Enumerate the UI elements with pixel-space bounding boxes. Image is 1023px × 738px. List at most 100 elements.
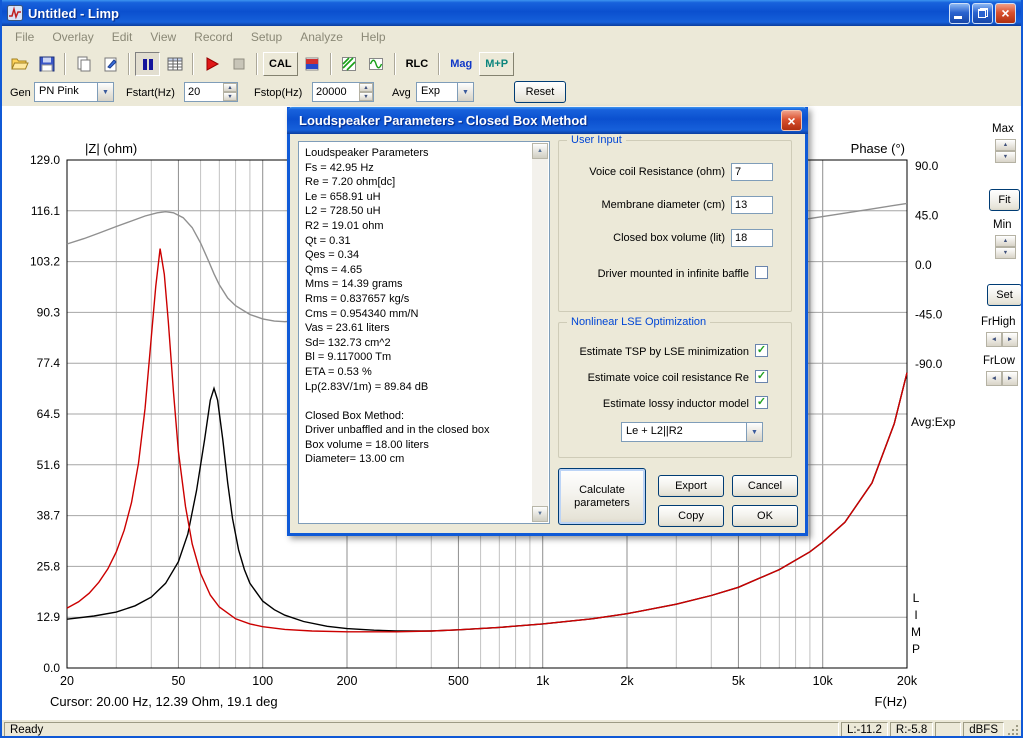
right-arrow-icon[interactable]: ► (1002, 371, 1018, 386)
play-icon (206, 56, 219, 71)
down-arrow-icon[interactable]: ▼ (223, 92, 237, 101)
frhigh-spinner[interactable]: ◄ ► (986, 332, 1018, 347)
estimate-lossy-checkbox[interactable]: ✓ (755, 396, 768, 409)
membrane-diameter-input[interactable] (731, 196, 773, 214)
ok-button[interactable]: OK (732, 505, 798, 527)
svg-text:-45.0: -45.0 (915, 308, 943, 322)
window-title: Untitled - Limp (28, 5, 119, 21)
svg-text:20: 20 (60, 674, 74, 688)
resize-grip[interactable] (1006, 722, 1019, 737)
svg-text:2k: 2k (620, 674, 634, 688)
limp-window: Untitled - Limp × File Overlay Edit View… (0, 0, 1023, 738)
copy-button[interactable] (71, 52, 96, 76)
down-arrow-icon[interactable]: ▼ (995, 247, 1016, 259)
estimate-tsp-label: Estimate TSP by LSE minimization (579, 346, 749, 358)
menu-record[interactable]: Record (185, 26, 242, 48)
left-arrow-icon[interactable]: ◄ (986, 332, 1002, 347)
frlow-spinner[interactable]: ◄ ► (986, 371, 1018, 386)
up-arrow-icon[interactable]: ▲ (995, 235, 1016, 247)
title-bar: Untitled - Limp × (2, 0, 1021, 26)
nyquist-button[interactable] (300, 52, 325, 76)
stop-button[interactable] (226, 52, 251, 76)
fstart-spinner[interactable]: ▲ ▼ (184, 82, 238, 102)
spectrum-button[interactable] (337, 52, 362, 76)
fstop-spinner[interactable]: ▲ ▼ (312, 82, 374, 102)
svg-text:90.3: 90.3 (37, 305, 61, 319)
record-play-button[interactable] (199, 52, 224, 76)
fstop-input[interactable] (313, 83, 359, 101)
estimate-tsp-checkbox[interactable]: ✓ (755, 344, 768, 357)
reset-button[interactable]: Reset (514, 81, 566, 103)
closed-box-volume-input[interactable] (731, 229, 773, 247)
max-spinner[interactable]: ▲ ▼ (995, 139, 1016, 163)
save-button[interactable] (34, 52, 59, 76)
cancel-button[interactable]: Cancel (732, 475, 798, 497)
calculate-parameters-button[interactable]: Calculate parameters (558, 468, 646, 525)
min-spinner[interactable]: ▲ ▼ (995, 235, 1016, 259)
separator (438, 52, 441, 75)
nyquist-flag-icon (305, 57, 319, 70)
magnitude-button[interactable]: Mag (445, 52, 477, 76)
mag-phase-button[interactable]: M+P (479, 51, 515, 76)
menu-setup[interactable]: Setup (242, 26, 291, 48)
inductor-model-select[interactable]: Le + L2||R2 ▼ (621, 422, 763, 442)
close-button[interactable]: × (995, 2, 1016, 24)
svg-text:129.0: 129.0 (30, 153, 60, 167)
menu-help[interactable]: Help (352, 26, 395, 48)
fit-button[interactable]: Fit (989, 189, 1020, 211)
down-arrow-icon[interactable]: ▼ (995, 151, 1016, 163)
estimate-re-label: Estimate voice coil resistance Re (587, 372, 749, 384)
menu-file[interactable]: File (6, 26, 43, 48)
averaging-select[interactable]: Exp ▼ (416, 82, 474, 102)
membrane-diameter-label: Membrane diameter (cm) (601, 199, 725, 211)
minimize-button[interactable] (949, 2, 970, 24)
menu-view[interactable]: View (141, 26, 185, 48)
set-button[interactable]: Set (987, 284, 1021, 306)
frlow-label: FrLow (983, 355, 1015, 367)
export-button[interactable]: Export (658, 475, 724, 497)
left-arrow-icon[interactable]: ◄ (986, 371, 1002, 386)
calibrate-button[interactable]: CAL (263, 51, 298, 76)
scroll-up-icon[interactable]: ▲ (532, 143, 548, 159)
svg-text:45.0: 45.0 (915, 209, 939, 223)
estimate-lossy-label: Estimate lossy inductor model (602, 398, 749, 410)
generator-select[interactable]: PN Pink ▼ (34, 82, 114, 102)
voice-coil-resistance-input[interactable] (731, 163, 773, 181)
svg-text:|Z| (ohm): |Z| (ohm) (85, 141, 137, 156)
restore-button[interactable] (972, 2, 993, 24)
edit-pen-button[interactable] (98, 52, 123, 76)
scroll-track[interactable] (532, 159, 548, 506)
up-arrow-icon[interactable]: ▲ (223, 83, 237, 92)
min-label: Min (993, 219, 1012, 231)
oscilloscope-button[interactable] (364, 52, 389, 76)
svg-text:-90.0: -90.0 (915, 357, 943, 371)
up-arrow-icon[interactable]: ▲ (359, 83, 373, 92)
right-arrow-icon[interactable]: ► (1002, 332, 1018, 347)
estimate-re-checkbox[interactable]: ✓ (755, 370, 768, 383)
table-button[interactable] (162, 52, 187, 76)
scroll-down-icon[interactable]: ▼ (532, 506, 548, 522)
table-grid-icon (167, 57, 182, 70)
parameters-text: Loudspeaker Parameters Fs = 42.95 Hz Re … (305, 147, 490, 466)
menu-analyze[interactable]: Analyze (291, 26, 352, 48)
up-arrow-icon[interactable]: ▲ (995, 139, 1016, 151)
separator (64, 52, 66, 75)
copy-pages-icon (77, 56, 90, 71)
closed-box-volume-label: Closed box volume (lit) (613, 232, 725, 244)
pause-button[interactable] (135, 51, 160, 76)
infinite-baffle-checkbox[interactable] (755, 266, 768, 279)
status-bar: Ready L:-11.2 R:-5.8 dBFS (2, 719, 1021, 737)
avg-mode-text: Avg:Exp (911, 415, 956, 429)
parameters-listbox[interactable]: Loudspeaker Parameters Fs = 42.95 Hz Re … (298, 141, 550, 524)
copy-button[interactable]: Copy (658, 505, 724, 527)
menu-overlay[interactable]: Overlay (43, 26, 102, 48)
menu-edit[interactable]: Edit (103, 26, 142, 48)
fstart-input[interactable] (185, 83, 223, 101)
down-arrow-icon[interactable]: ▼ (359, 92, 373, 101)
rlc-button[interactable]: RLC (401, 52, 434, 76)
dialog-close-button[interactable]: × (781, 110, 802, 131)
svg-text:Phase (°): Phase (°) (851, 141, 905, 156)
open-button[interactable] (7, 52, 32, 76)
listbox-scrollbar[interactable]: ▲ ▼ (532, 143, 548, 522)
stop-icon (233, 58, 244, 69)
